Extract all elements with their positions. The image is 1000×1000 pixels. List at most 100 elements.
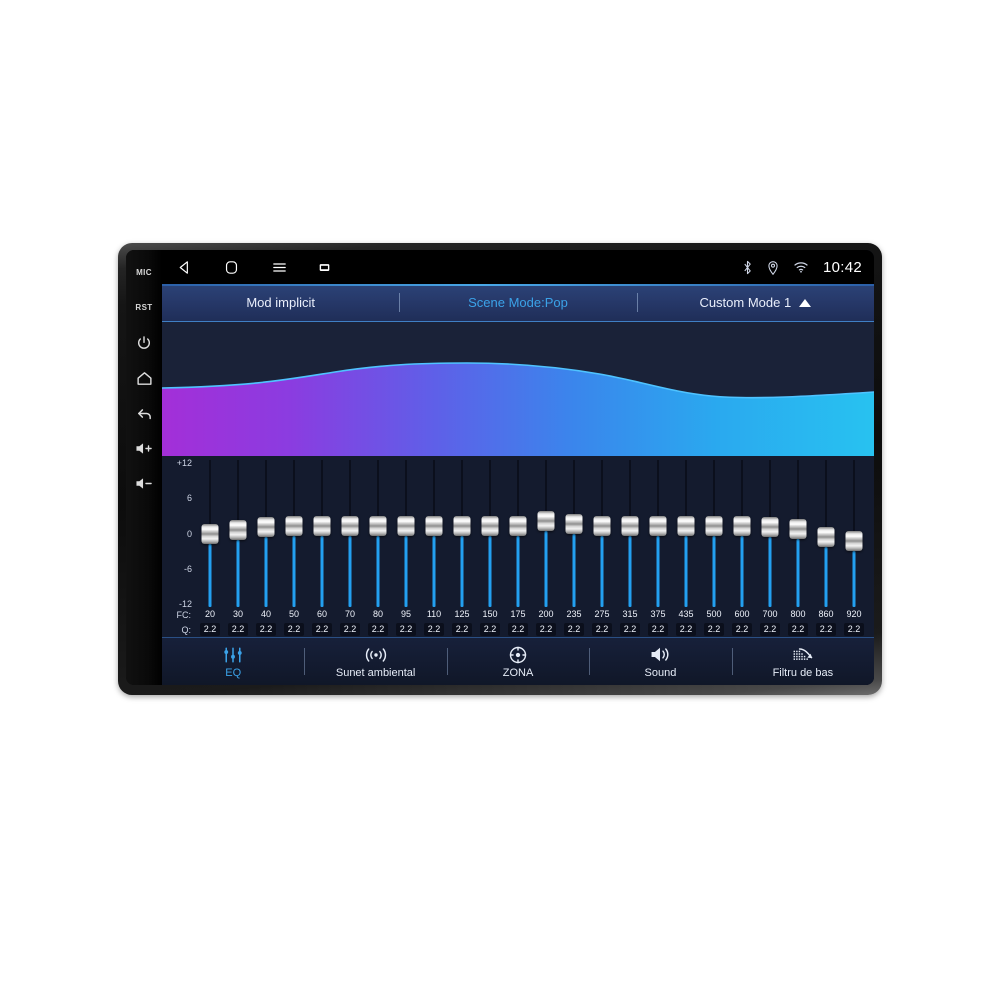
mode-custom-button[interactable]: Custom Mode 1 bbox=[636, 284, 874, 321]
q-factor-cell[interactable]: 2.2 bbox=[224, 623, 252, 636]
q-factor-cell[interactable]: 2.2 bbox=[644, 623, 672, 636]
eq-band-slider[interactable] bbox=[504, 460, 532, 607]
volume-up-button[interactable] bbox=[129, 435, 159, 461]
back-button[interactable] bbox=[129, 400, 159, 426]
eq-band-slider[interactable] bbox=[756, 460, 784, 607]
q-factor-value: 2.2 bbox=[676, 623, 696, 636]
slider-knob[interactable] bbox=[817, 527, 835, 548]
tab-bass-filter[interactable]: Filtru de bas bbox=[731, 638, 874, 685]
slider-knob[interactable] bbox=[733, 516, 751, 537]
slider-knob[interactable] bbox=[201, 523, 219, 544]
eq-band-slider[interactable] bbox=[420, 460, 448, 607]
slider-knob[interactable] bbox=[425, 516, 443, 537]
slider-knob[interactable] bbox=[565, 513, 583, 534]
q-factor-cell[interactable]: 2.2 bbox=[812, 623, 840, 636]
q-factor-cell[interactable]: 2.2 bbox=[448, 623, 476, 636]
q-factor-cell[interactable]: 2.2 bbox=[420, 623, 448, 636]
frequency-cell: 175 bbox=[510, 609, 526, 619]
slider-knob[interactable] bbox=[537, 511, 555, 532]
menu-lines-icon[interactable] bbox=[270, 259, 289, 276]
slider-knob[interactable] bbox=[509, 516, 527, 537]
q-factor-cell[interactable]: 2.2 bbox=[784, 623, 812, 636]
q-factor-cell[interactable]: 2.2 bbox=[588, 623, 616, 636]
q-factor-cell[interactable]: 2.2 bbox=[196, 623, 224, 636]
power-button[interactable] bbox=[129, 330, 159, 356]
q-factor-cell[interactable]: 2.2 bbox=[840, 623, 868, 636]
eq-band-slider[interactable] bbox=[644, 460, 672, 607]
eq-band-slider[interactable] bbox=[252, 460, 280, 607]
volume-down-button[interactable] bbox=[129, 470, 159, 496]
slider-knob[interactable] bbox=[677, 516, 695, 537]
eq-band-slider[interactable] bbox=[560, 460, 588, 607]
eq-band-slider[interactable] bbox=[532, 460, 560, 607]
q-factor-cell[interactable]: 2.2 bbox=[280, 623, 308, 636]
slider-knob[interactable] bbox=[593, 516, 611, 537]
q-factor-cell[interactable]: 2.2 bbox=[672, 623, 700, 636]
slider-knob[interactable] bbox=[397, 516, 415, 537]
q-factor-cell[interactable]: 2.2 bbox=[308, 623, 336, 636]
tab-ambient-sound[interactable]: Sunet ambiental bbox=[304, 638, 446, 685]
slider-knob[interactable] bbox=[369, 516, 387, 537]
eq-band-slider[interactable] bbox=[448, 460, 476, 607]
slider-knob[interactable] bbox=[761, 517, 779, 538]
eq-band-slider[interactable] bbox=[700, 460, 728, 607]
back-triangle-icon[interactable] bbox=[176, 259, 193, 276]
q-factor-cell[interactable]: 2.2 bbox=[476, 623, 504, 636]
slider-knob[interactable] bbox=[257, 517, 275, 538]
eq-band-slider[interactable] bbox=[728, 460, 756, 607]
eq-band-slider[interactable] bbox=[196, 460, 224, 607]
slider-knob[interactable] bbox=[621, 516, 639, 537]
chevron-up-icon[interactable] bbox=[799, 298, 812, 307]
slider-knob[interactable] bbox=[229, 519, 247, 540]
q-factor-value: 2.2 bbox=[844, 623, 864, 636]
eq-band-slider[interactable] bbox=[224, 460, 252, 607]
slider-knob[interactable] bbox=[341, 516, 359, 537]
q-factor-cell[interactable]: 2.2 bbox=[392, 623, 420, 636]
q-factor-value: 2.2 bbox=[592, 623, 612, 636]
mode-scene-button[interactable]: Scene Mode:Pop bbox=[399, 284, 636, 321]
slider-track-filled bbox=[376, 536, 380, 607]
reset-button[interactable]: RST bbox=[129, 295, 159, 321]
slider-knob[interactable] bbox=[285, 516, 303, 537]
q-factor-cell[interactable]: 2.2 bbox=[504, 623, 532, 636]
mode-default-button[interactable]: Mod implicit bbox=[162, 284, 399, 321]
q-factor-cell[interactable]: 2.2 bbox=[252, 623, 280, 636]
eq-band-slider[interactable] bbox=[280, 460, 308, 607]
slider-knob[interactable] bbox=[313, 516, 331, 537]
slider-knob[interactable] bbox=[481, 516, 499, 537]
slider-knob[interactable] bbox=[789, 518, 807, 539]
eq-band-slider[interactable] bbox=[616, 460, 644, 607]
eq-band-slider[interactable] bbox=[840, 460, 868, 607]
tab-eq[interactable]: EQ bbox=[162, 638, 304, 685]
screenshot-icon[interactable] bbox=[319, 262, 330, 273]
tab-sound[interactable]: Sound bbox=[589, 638, 731, 685]
q-factor-cell[interactable]: 2.2 bbox=[616, 623, 644, 636]
q-factor-cell[interactable]: 2.2 bbox=[364, 623, 392, 636]
eq-band-slider[interactable] bbox=[812, 460, 840, 607]
slider-track-filled bbox=[628, 536, 632, 607]
slider-knob[interactable] bbox=[649, 516, 667, 537]
eq-band-slider[interactable] bbox=[364, 460, 392, 607]
eq-band-slider[interactable] bbox=[336, 460, 364, 607]
eq-band-slider[interactable] bbox=[784, 460, 812, 607]
eq-band-slider[interactable] bbox=[672, 460, 700, 607]
q-factor-cell[interactable]: 2.2 bbox=[728, 623, 756, 636]
q-factor-cell[interactable]: 2.2 bbox=[532, 623, 560, 636]
status-clock: 10:42 bbox=[822, 258, 862, 276]
slider-knob[interactable] bbox=[845, 530, 863, 551]
mic-button[interactable]: MIC bbox=[129, 260, 159, 286]
eq-band-slider[interactable] bbox=[392, 460, 420, 607]
eq-band-slider[interactable] bbox=[476, 460, 504, 607]
slider-knob[interactable] bbox=[453, 516, 471, 537]
eq-band-slider[interactable] bbox=[588, 460, 616, 607]
q-factor-value: 2.2 bbox=[312, 623, 332, 636]
home-square-icon[interactable] bbox=[223, 259, 240, 276]
eq-band-slider[interactable] bbox=[308, 460, 336, 607]
q-factor-cell[interactable]: 2.2 bbox=[560, 623, 588, 636]
slider-knob[interactable] bbox=[705, 516, 723, 537]
q-factor-cell[interactable]: 2.2 bbox=[756, 623, 784, 636]
q-factor-cell[interactable]: 2.2 bbox=[700, 623, 728, 636]
home-button[interactable] bbox=[129, 365, 159, 391]
tab-zona[interactable]: ZONA bbox=[446, 638, 589, 685]
q-factor-cell[interactable]: 2.2 bbox=[336, 623, 364, 636]
